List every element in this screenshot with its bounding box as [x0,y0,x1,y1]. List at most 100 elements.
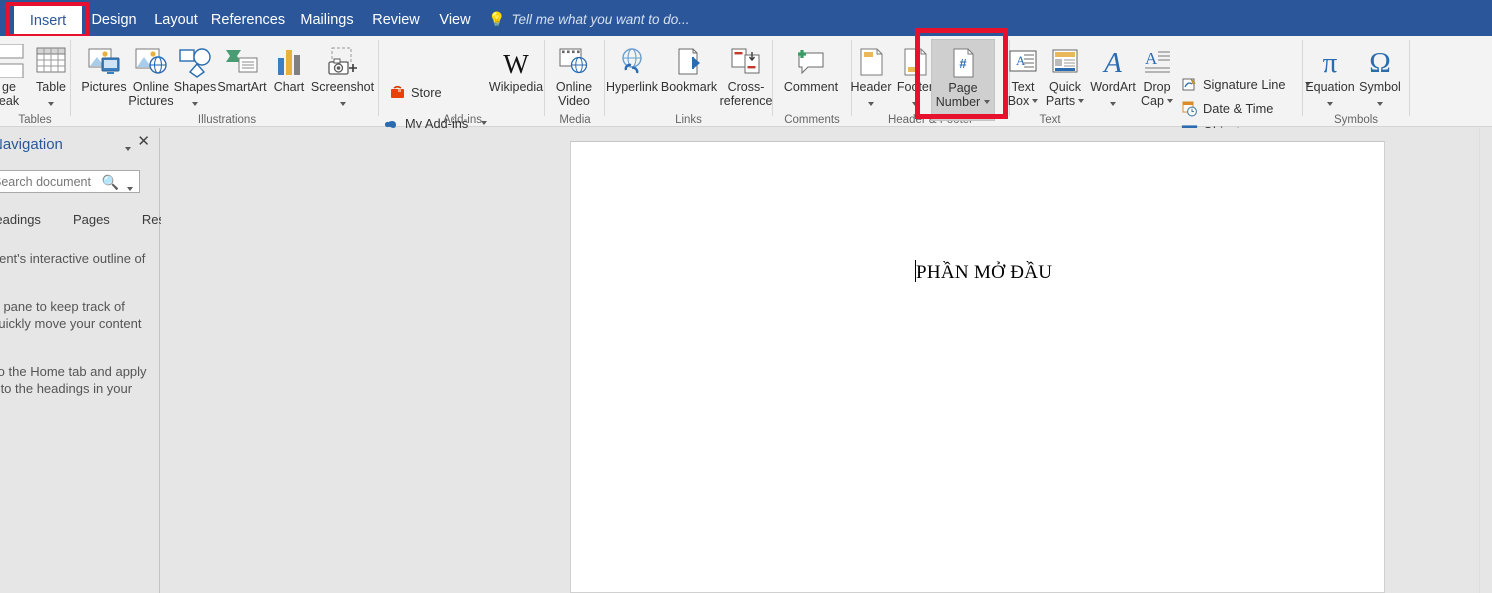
online-video-label-2: Video [558,94,590,108]
online-pictures-icon [133,42,169,78]
footer-dropdown-caret[interactable] [912,95,918,113]
wordart-button[interactable]: A WordArt [1086,39,1140,113]
document-heading-text[interactable]: PHẦN MỞ ĐẦU [916,262,1052,284]
shapes-dropdown-caret[interactable] [192,95,198,113]
search-icon[interactable]: 🔍 [102,174,119,191]
screenshot-label: Screenshot [310,80,375,94]
wordart-label: WordArt [1090,80,1136,94]
screenshot-button[interactable]: Screenshot [306,39,379,113]
cross-reference-button[interactable]: Cross- reference [713,39,779,108]
quick-parts-button[interactable]: Quick Parts [1042,39,1088,108]
group-label: Comments [784,114,840,126]
text-box-dropdown-caret[interactable] [1032,99,1039,103]
online-pictures-button[interactable]: Online Pictures [124,39,178,108]
tab-review[interactable]: Review [365,4,427,36]
date-and-time-label: Date & Time [1203,100,1274,116]
screenshot-dropdown-caret[interactable] [339,95,346,113]
page-number-label-2: Number [935,95,981,109]
pictures-button[interactable]: Pictures [77,39,131,94]
smartart-button[interactable]: SmartArt [212,39,272,94]
page-number-icon: # [947,43,979,79]
nav-body-line-1: This is your document's interactive outl… [0,251,146,266]
chart-button[interactable]: Chart [268,39,310,94]
chevron-down-icon[interactable] [125,140,131,158]
hyperlink-icon [614,42,650,78]
navigation-pane-tabs: Headings Pages Results [0,208,185,230]
vertical-scrollbar[interactable] [1479,128,1492,593]
equation-button[interactable]: π Equation [1301,39,1359,113]
table-label: Table [36,80,66,94]
search-dropdown-caret[interactable] [127,180,133,198]
text-box-button[interactable]: A Text Box [1001,39,1045,108]
nav-body-line-2: Use the Navigation pane to keep track of… [0,299,142,331]
drop-cap-button[interactable]: A Drop Cap [1136,39,1178,108]
drop-cap-label-2: Cap [1141,94,1164,108]
signature-line-label: Signature Line [1203,76,1286,92]
nav-tab-pages[interactable]: Pages [57,212,126,227]
group-label: Tables [18,114,52,126]
table-button[interactable]: Table [27,39,75,113]
footer-icon [899,42,931,78]
svg-text:A: A [1145,49,1158,68]
wikipedia-label: Wikipedia [488,80,544,94]
symbol-icon: Ω [1369,47,1391,79]
tab-mailings[interactable]: Mailings [292,4,362,36]
tab-view[interactable]: View [430,4,480,36]
comment-label: Comment [783,80,839,94]
chart-icon [273,42,305,78]
tab-references[interactable]: References [208,4,288,36]
page-number-label-1: Page [948,81,978,95]
smartart-icon [224,42,260,78]
signature-line-icon [1181,76,1198,93]
signature-line-button[interactable]: Signature Line [1181,72,1311,96]
tell-me-search[interactable]: 💡 Tell me what you want to do... [488,4,690,34]
wikipedia-button[interactable]: W Wikipedia [484,39,548,95]
navigation-pane-empty-text: This is your document's interactive outl… [0,250,160,428]
smartart-label: SmartArt [217,80,267,94]
header-button[interactable]: Header [845,39,897,113]
comment-icon [793,42,829,78]
online-video-button[interactable]: Online Video [548,39,600,108]
drop-cap-dropdown-caret[interactable] [1166,99,1173,103]
page-number-dropdown-caret[interactable] [984,100,991,104]
wordart-icon: A [1104,47,1122,79]
page-number-button[interactable]: # Page Number [931,39,995,121]
close-icon[interactable]: ✕ [137,134,150,149]
online-pictures-label-2: Pictures [128,94,174,108]
pictures-label: Pictures [81,80,127,94]
tab-layout[interactable]: Layout [147,4,205,36]
table-dropdown-caret[interactable] [48,95,54,113]
footer-label: Footer [896,80,934,94]
group-label: Symbols [1333,114,1379,126]
store-button[interactable]: Store [389,80,442,104]
comment-button[interactable]: Comment [778,39,844,94]
quick-parts-label-1: Quick [1049,80,1081,94]
search-input[interactable]: Search document 🔍 [0,170,140,193]
document-page[interactable]: PHẦN MỞ ĐẦU [570,141,1385,593]
equation-dropdown-caret[interactable] [1327,95,1333,113]
page-break-icon [0,42,25,78]
online-pictures-label-1: Online [132,80,170,94]
tab-design[interactable]: Design [84,4,144,36]
quick-parts-icon [1049,42,1081,78]
bookmark-icon [671,42,707,78]
cross-reference-label-1: Cross- [727,80,765,94]
nav-body-line-3: To get started, go to the Home tab and a… [0,364,147,396]
table-icon [33,42,69,78]
wordart-dropdown-caret[interactable] [1110,95,1116,113]
ribbon: Tables Illustrations Add-ins Media Links… [0,36,1492,139]
nav-tab-headings[interactable]: Headings [0,212,57,227]
my-add-ins-dropdown-caret[interactable] [481,121,488,125]
page-break-label-2: eak [0,94,20,108]
symbol-button[interactable]: Ω Symbol [1355,39,1405,113]
symbol-dropdown-caret[interactable] [1377,95,1383,113]
quick-parts-dropdown-caret[interactable] [1078,99,1085,103]
equation-label: Equation [1305,80,1355,94]
online-video-icon [556,42,592,78]
pictures-icon [86,42,122,78]
lightbulb-icon: 💡 [488,10,506,27]
date-and-time-button[interactable]: Date & Time [1181,96,1273,120]
symbol-label: Symbol [1359,80,1401,94]
header-dropdown-caret[interactable] [868,95,874,113]
tab-insert[interactable]: Insert [14,5,82,36]
